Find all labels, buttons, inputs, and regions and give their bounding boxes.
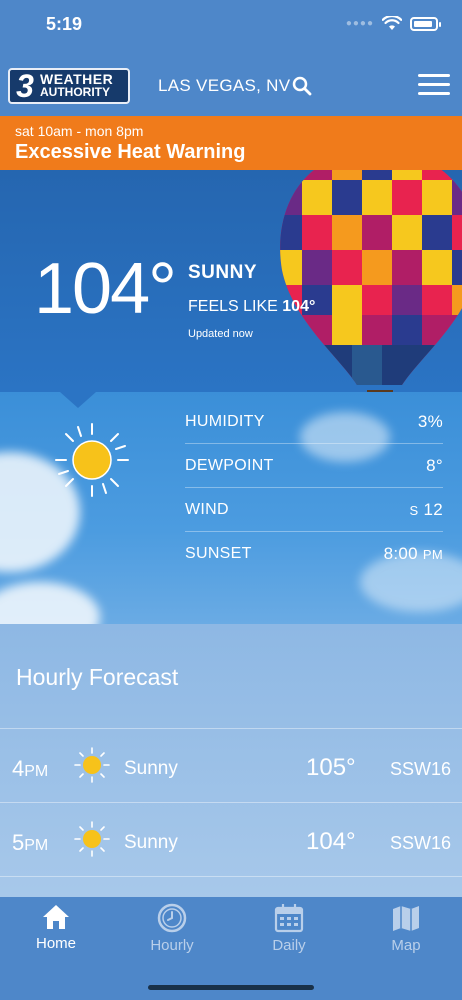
- logo-text: WEATHER AUTHORITY: [40, 72, 113, 99]
- location-label[interactable]: LAS VEGAS, NV: [158, 76, 290, 96]
- detail-row-wind: WIND S 12: [185, 488, 443, 532]
- sun-icon: [55, 423, 129, 497]
- hour-label: 4PM: [12, 756, 49, 781]
- home-icon: [43, 905, 69, 929]
- tab-bar: Home Hourly Daily Map: [0, 897, 462, 1000]
- cloud-decor: [0, 582, 100, 624]
- detail-value: 3%: [417, 411, 443, 431]
- detail-label: DEWPOINT: [185, 456, 274, 474]
- logo-line2: AUTHORITY: [40, 85, 110, 99]
- detail-label: SUNSET: [185, 545, 252, 562]
- signal-icon: ●●●●: [345, 18, 374, 29]
- sunset-suffix: PM: [422, 547, 443, 562]
- detail-value: S 12: [409, 500, 443, 520]
- hourly-condition: Sunny: [124, 758, 178, 779]
- hourly-temperature: 105°: [306, 754, 356, 781]
- tab-daily[interactable]: Daily: [239, 903, 339, 954]
- sun-icon: [74, 821, 110, 857]
- clock-icon: [157, 903, 187, 933]
- tab-label: Daily: [272, 937, 306, 954]
- menu-icon[interactable]: [418, 74, 450, 101]
- heat-warning-banner[interactable]: sat 10am - mon 8pm Excessive Heat Warnin…: [0, 116, 462, 170]
- hour-label: 5PM: [12, 830, 49, 855]
- updated-label: Updated now: [188, 328, 253, 340]
- status-bar: 5:19 ●●●●: [0, 0, 462, 52]
- app-header: 3 WEATHER AUTHORITY LAS VEGAS, NV: [0, 52, 462, 116]
- hourly-temperature: 104°: [306, 828, 356, 855]
- detail-label: HUMIDITY: [185, 412, 265, 430]
- hourly-row[interactable]: 5PM Sunny 104° SSW16: [0, 802, 462, 876]
- detail-row-humidity: HUMIDITY 3%: [185, 400, 443, 444]
- detail-value: 8:00 PM: [384, 544, 443, 564]
- wind-speed: 12: [423, 499, 443, 519]
- wifi-icon: [382, 16, 402, 30]
- hot-air-balloon-image: [280, 170, 462, 392]
- hourly-forecast-title: Hourly Forecast: [16, 664, 179, 690]
- hourly-forecast-section: Hourly Forecast 4PM Sunny 105° SSW16 5PM: [0, 624, 462, 897]
- current-conditions: 104° SUNNY FEELS LIKE 104° Updated now: [0, 170, 462, 392]
- detail-value: 8°: [426, 455, 443, 475]
- sun-icon: [74, 747, 110, 783]
- hourly-wind: SSW16: [390, 759, 452, 779]
- hourly-wind: SSW16: [390, 833, 452, 853]
- divider: [0, 876, 462, 877]
- current-pointer: [60, 392, 96, 408]
- detail-row-dewpoint: DEWPOINT 8°: [185, 444, 443, 488]
- tab-label: Home: [35, 935, 76, 952]
- search-icon[interactable]: [292, 76, 312, 96]
- sunset-time: 8:00: [383, 544, 418, 563]
- station-logo[interactable]: 3 WEATHER AUTHORITY: [8, 68, 130, 104]
- detail-row-sunset: SUNSET 8:00 PM: [185, 532, 443, 576]
- calendar-icon: [274, 904, 304, 933]
- current-temperature: 104°: [34, 249, 177, 329]
- feels-like-value: 104°: [282, 298, 316, 315]
- status-time: 5:19: [46, 14, 83, 34]
- tab-label: Map: [391, 937, 421, 954]
- map-icon: [393, 906, 419, 931]
- detail-list: HUMIDITY 3% DEWPOINT 8° WIND S 12 SUNSET…: [185, 400, 443, 576]
- wind-direction: S: [409, 502, 419, 518]
- hourly-row[interactable]: 4PM Sunny 105° SSW16: [0, 728, 462, 802]
- current-details: HUMIDITY 3% DEWPOINT 8° WIND S 12 SUNSET…: [0, 392, 462, 624]
- status-icons: ●●●●: [345, 16, 441, 31]
- detail-label: WIND: [185, 500, 229, 518]
- tab-map[interactable]: Map: [356, 903, 456, 954]
- warning-time-range: sat 10am - mon 8pm: [15, 123, 144, 139]
- home-indicator: [148, 985, 314, 990]
- feels-like-label: FEELS LIKE: [188, 298, 278, 315]
- battery-icon: [410, 16, 441, 31]
- tab-home[interactable]: Home: [6, 903, 106, 952]
- logo-number: 3: [16, 68, 34, 104]
- current-condition: SUNNY: [188, 262, 258, 283]
- feels-like: FEELS LIKE 104°: [188, 298, 315, 316]
- tab-hourly[interactable]: Hourly: [122, 903, 222, 954]
- warning-title: Excessive Heat Warning: [15, 141, 246, 163]
- tab-label: Hourly: [150, 937, 194, 954]
- hourly-condition: Sunny: [124, 832, 178, 853]
